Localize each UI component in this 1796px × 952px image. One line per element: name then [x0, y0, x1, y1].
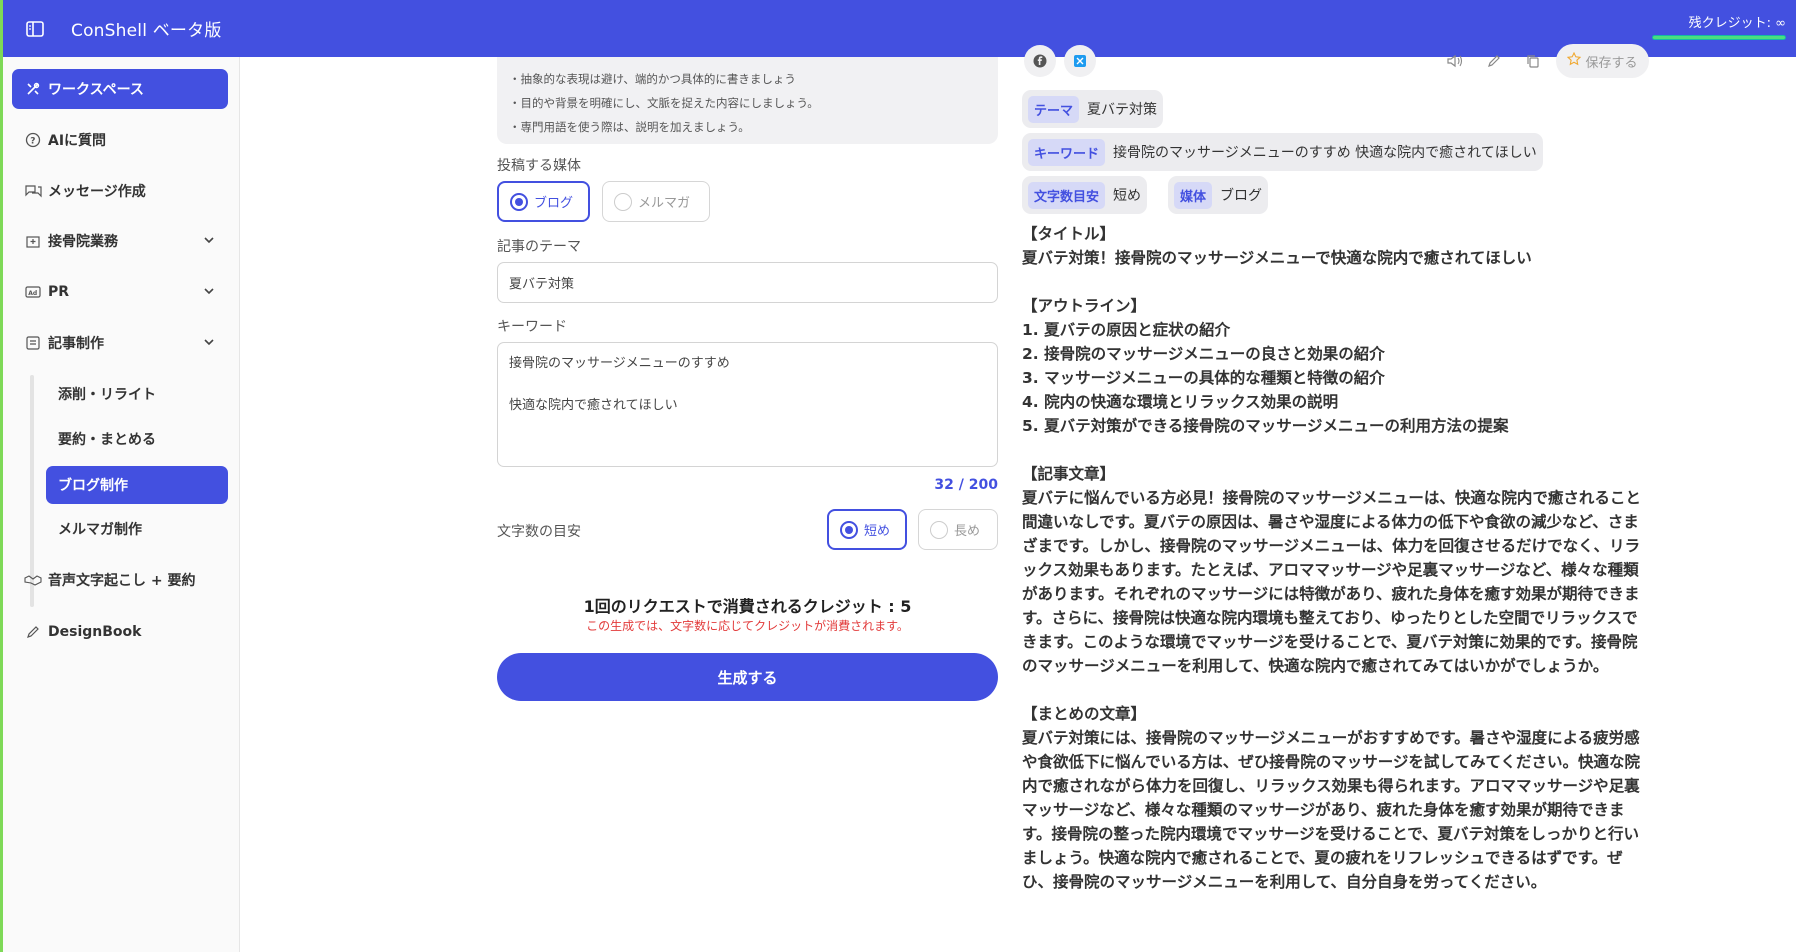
option-label: メルマガ	[638, 196, 691, 211]
ad-icon: Ad	[24, 283, 42, 301]
tag-key: 媒体	[1174, 181, 1213, 209]
credit-cost-text: 1回のリクエストで消費されるクレジット : 5	[583, 597, 912, 616]
sidebar-subitem-blog[interactable]: ブログ制作	[46, 466, 228, 504]
sidebar-toggle-icon[interactable]	[22, 16, 48, 42]
sidebar: ワークスペース ? AIに質問 メッセージ作成 接骨院業務 Ad PR 記事制作…	[0, 57, 240, 952]
tag-theme: テーマ 夏バテ対策	[1022, 90, 1164, 128]
save-button[interactable]: 保存する	[1556, 44, 1649, 78]
copy-icon[interactable]	[1522, 50, 1544, 72]
tag-value: 接骨院のマッサージメニューのすすめ 快適な院内で癒されてほしい	[1113, 145, 1537, 161]
generate-button[interactable]: 生成する	[497, 653, 998, 701]
tools-icon	[24, 80, 42, 98]
sidebar-item-articles[interactable]: 記事制作	[12, 323, 228, 363]
length-option-long[interactable]: 長め	[918, 509, 998, 550]
handshake-icon	[24, 571, 42, 589]
length-label: 文字数の目安	[497, 524, 581, 540]
sidebar-item-label: DesignBook	[48, 624, 142, 640]
option-label: ブログ	[534, 196, 574, 211]
tag-key: テーマ	[1028, 95, 1080, 123]
radio-selected-icon	[840, 520, 858, 539]
sidebar-item-ask-ai[interactable]: ? AIに質問	[12, 120, 228, 160]
length-option-short[interactable]: 短め	[827, 509, 907, 550]
sidebar-item-clinic[interactable]: 接骨院業務	[12, 221, 228, 261]
character-counter: 32 / 200	[934, 477, 998, 493]
tag-key: 文字数目安	[1028, 181, 1106, 209]
credit-bar	[1652, 35, 1786, 40]
svg-text:?: ?	[30, 137, 35, 147]
tip-line: ・抽象的な表現は避け、端的かつ具体的に書きましょう	[509, 72, 796, 86]
credit-indicator: 残クレジット: ∞	[1652, 12, 1786, 40]
tag-value: 短め	[1113, 188, 1142, 204]
chevron-down-icon[interactable]	[202, 233, 216, 251]
sidebar-item-label: 音声文字起こし + 要約	[48, 573, 196, 589]
facebook-share-icon[interactable]	[1024, 45, 1056, 77]
tag-key: キーワード	[1028, 138, 1106, 166]
tip-line: ・専門用語を使う際は、説明を加えましょう。	[509, 120, 750, 134]
star-icon	[1567, 51, 1582, 70]
tag-length: 文字数目安 短め	[1022, 176, 1148, 214]
x-share-icon[interactable]	[1064, 45, 1096, 77]
radio-selected-icon	[510, 192, 528, 211]
theme-label: 記事のテーマ	[497, 239, 581, 255]
radio-empty-icon	[930, 520, 948, 539]
sidebar-item-message[interactable]: メッセージ作成	[12, 171, 228, 211]
edit-icon[interactable]	[1483, 50, 1505, 72]
article-icon	[24, 334, 42, 352]
media-label: 投稿する媒体	[497, 158, 581, 174]
sidebar-subitem-summary[interactable]: 要約・まとめる	[46, 420, 228, 458]
chat-icon	[24, 182, 42, 200]
app-title: ConShell ベータ版	[71, 21, 222, 41]
sidebar-item-designbook[interactable]: DesignBook	[12, 612, 228, 652]
keyword-label: キーワード	[497, 319, 567, 335]
top-bar: ConShell ベータ版 残クレジット: ∞	[0, 0, 1796, 57]
speaker-icon[interactable]	[1444, 50, 1466, 72]
sidebar-item-pr[interactable]: Ad PR	[12, 272, 228, 312]
sidebar-subitem-newsletter[interactable]: メルマガ制作	[46, 510, 228, 548]
svg-text:Ad: Ad	[28, 290, 37, 297]
theme-input[interactable]: 夏バテ対策	[497, 262, 998, 303]
credit-label: 残クレジット: ∞	[1688, 16, 1786, 31]
tag-value: ブログ	[1220, 188, 1263, 204]
pencil-icon	[24, 623, 42, 641]
sidebar-subitem-rewrite[interactable]: 添削・リライト	[46, 375, 228, 413]
keyword-textarea[interactable]: 接骨院のマッサージメニューのすすめ 快適な院内で癒されてほしい	[497, 342, 998, 467]
sidebar-item-label: PR	[48, 284, 70, 300]
save-label: 保存する	[1585, 55, 1638, 71]
window-edge	[0, 0, 3, 952]
generated-article: 【タイトル】 夏バテ対策！接骨院のマッサージメニューで快適な院内で癒されてほしい…	[1022, 225, 1641, 891]
media-option-blog[interactable]: ブログ	[497, 181, 590, 222]
tag-value: 夏バテ対策	[1087, 102, 1158, 118]
sidebar-item-workspace[interactable]: ワークスペース	[12, 69, 228, 109]
sidebar-item-label: 記事制作	[48, 336, 104, 352]
option-label: 長め	[954, 524, 981, 539]
chevron-down-icon[interactable]	[202, 284, 216, 302]
tag-keyword: キーワード 接骨院のマッサージメニューのすすめ 快適な院内で癒されてほしい	[1022, 133, 1543, 171]
tag-media: 媒体 ブログ	[1168, 176, 1269, 214]
sidebar-item-label: AIに質問	[48, 133, 107, 149]
sidebar-item-transcribe[interactable]: 音声文字起こし + 要約	[12, 560, 228, 600]
chevron-down-icon[interactable]	[202, 335, 216, 353]
hospital-icon	[24, 232, 42, 250]
credit-cost-note: この生成では、文字数に応じてクレジットが消費されます。	[586, 619, 909, 633]
sidebar-item-label: メッセージ作成	[48, 184, 146, 200]
writing-tips: ・抽象的な表現は避け、端的かつ具体的に書きましょう ・目的や背景を明確にし、文脈…	[497, 57, 998, 144]
radio-empty-icon	[614, 192, 632, 211]
tip-line: ・目的や背景を明確にし、文脈を捉えた内容にしましょう。	[509, 96, 819, 110]
media-option-newsletter[interactable]: メルマガ	[602, 181, 710, 222]
question-bubble-icon: ?	[24, 131, 42, 149]
sidebar-item-label: ワークスペース	[48, 82, 144, 98]
option-label: 短め	[864, 524, 891, 539]
sidebar-item-label: 接骨院業務	[48, 234, 118, 250]
